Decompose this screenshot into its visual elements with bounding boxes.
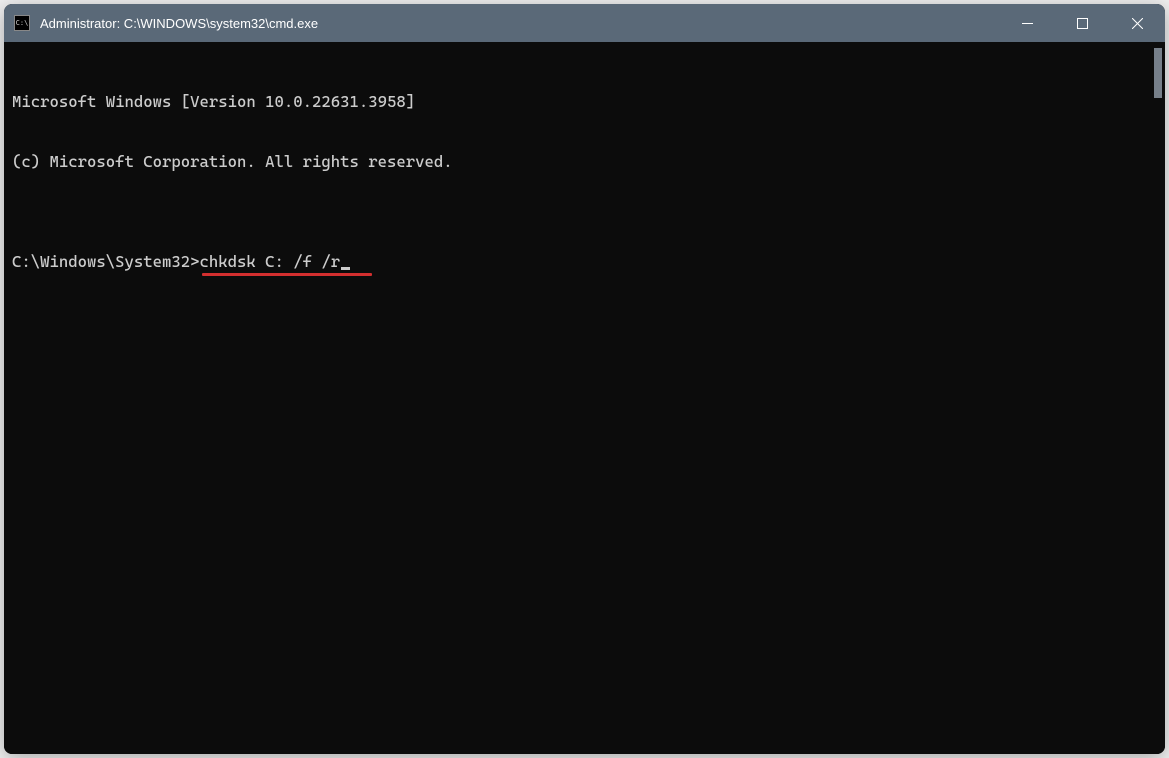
annotation-underline <box>202 273 372 276</box>
vertical-scrollbar[interactable] <box>1154 48 1162 98</box>
close-button[interactable] <box>1110 4 1165 42</box>
terminal-output[interactable]: Microsoft Windows [Version 10.0.22631.39… <box>4 42 1165 754</box>
version-line: Microsoft Windows [Version 10.0.22631.39… <box>12 92 1157 112</box>
minimize-icon <box>1022 18 1033 29</box>
copyright-line: (c) Microsoft Corporation. All rights re… <box>12 152 1157 172</box>
maximize-icon <box>1077 18 1088 29</box>
maximize-button[interactable] <box>1055 4 1110 42</box>
close-icon <box>1132 18 1143 29</box>
cmd-icon: C:\ <box>14 15 30 31</box>
prompt-line: C:\Windows\System32>chkdsk C: /f /r <box>12 252 1157 272</box>
cmd-icon-label: C:\ <box>16 20 29 27</box>
command-text: chkdsk C: /f /r <box>200 252 341 271</box>
titlebar[interactable]: C:\ Administrator: C:\WINDOWS\system32\c… <box>4 4 1165 42</box>
cursor <box>341 267 350 270</box>
window-title: Administrator: C:\WINDOWS\system32\cmd.e… <box>40 16 1000 31</box>
minimize-button[interactable] <box>1000 4 1055 42</box>
cmd-window: C:\ Administrator: C:\WINDOWS\system32\c… <box>4 4 1165 754</box>
prompt-path: C:\Windows\System32> <box>12 252 200 271</box>
window-controls <box>1000 4 1165 42</box>
